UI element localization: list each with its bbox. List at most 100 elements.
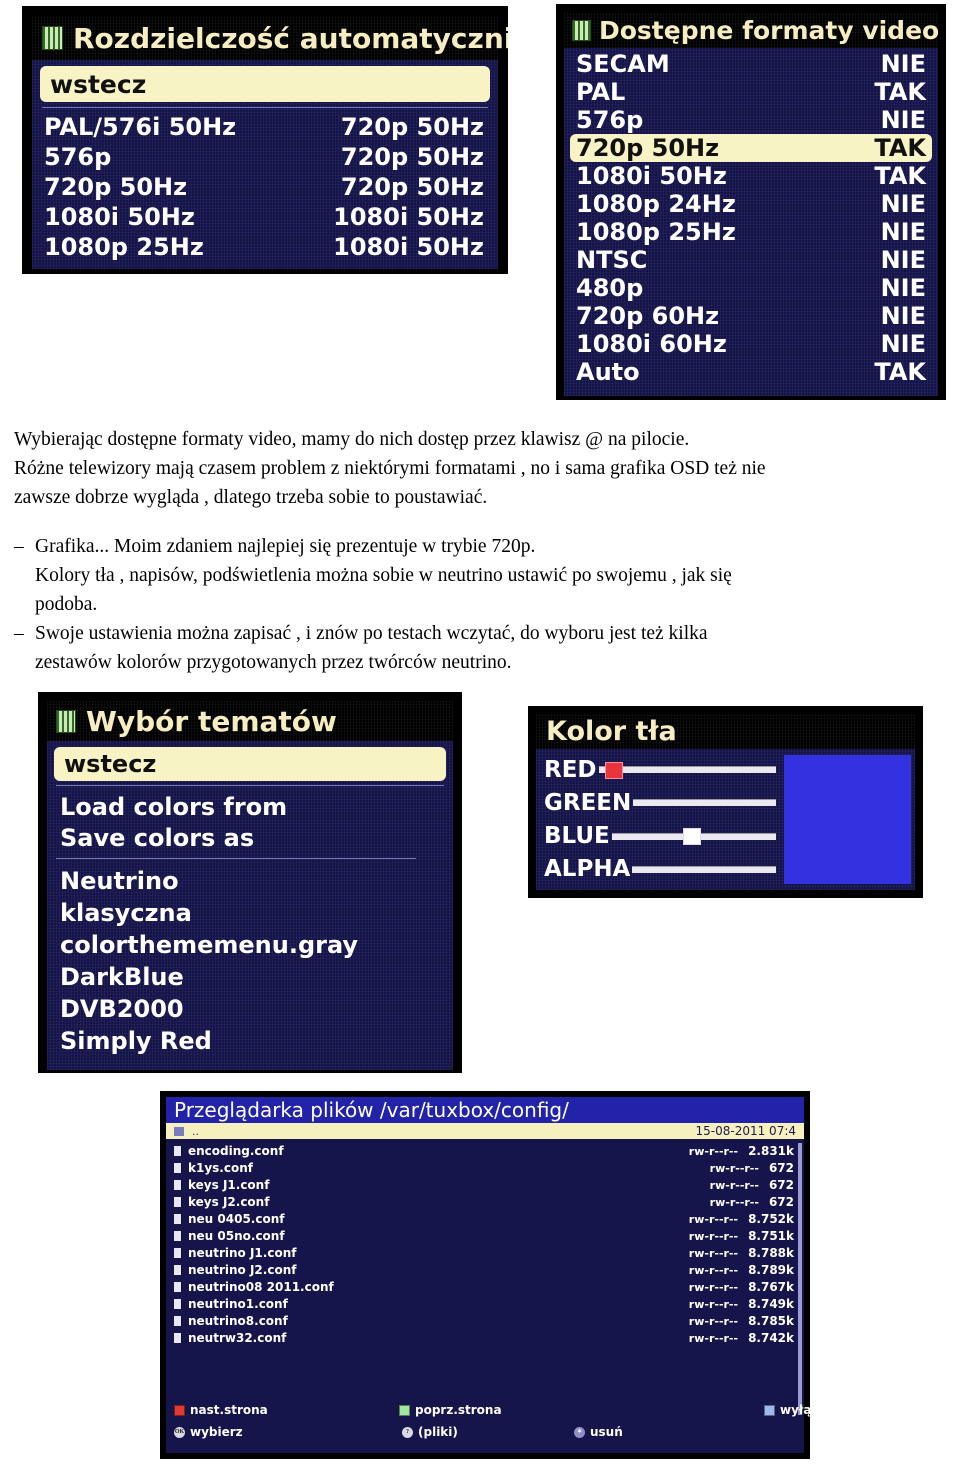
file-name: keys J1.conf	[188, 1177, 270, 1192]
format-row[interactable]: SECAM NIE	[570, 50, 932, 78]
file-permissions: rw-r--r--	[709, 1195, 759, 1209]
file-meta-cell: rw-r--r-- 672	[710, 1178, 794, 1192]
theme-action-item[interactable]: Load colors from	[54, 791, 446, 822]
resolution-row-right: 720p 50Hz	[340, 173, 484, 201]
theme-action-label: Load colors from	[60, 792, 288, 821]
format-row[interactable]: NTSC NIE	[570, 246, 932, 274]
bgcolor-preview-swatch	[784, 755, 911, 884]
theme-list-item[interactable]: Simply Red	[54, 1025, 446, 1057]
color-slider-track-wrap[interactable]	[633, 799, 776, 807]
file-row[interactable]: neu 05no.conf rw-r--r-- 8.751k	[174, 1227, 794, 1244]
footer-hint[interactable]: poprz.strona	[399, 1403, 502, 1417]
file-browser-scrollbar[interactable]	[798, 1143, 802, 1415]
color-slider-row[interactable]: GREEN	[544, 790, 776, 816]
footer-hint[interactable]: nast.strona	[174, 1403, 268, 1417]
article-text: Wybierając dostępne formaty video, mamy …	[14, 425, 946, 677]
resolution-row[interactable]: 576p 720p 50Hz	[40, 142, 490, 172]
file-browser-parent-label: ..	[192, 1124, 199, 1138]
color-slider-row[interactable]: RED	[544, 757, 776, 783]
resolution-row[interactable]: 720p 50Hz 720p 50Hz	[40, 172, 490, 202]
file-row[interactable]: neutrino J2.conf rw-r--r-- 8.789k	[174, 1261, 794, 1278]
formats-body: SECAM NIE PAL TAK 576p NIE 720p 50Hz TAK 1080i 5…	[564, 48, 938, 396]
file-browser-parent-row[interactable]: ..	[166, 1123, 804, 1139]
format-name: 1080i 60Hz	[576, 330, 727, 358]
file-name: neutrino1.conf	[188, 1296, 288, 1311]
resolution-row-right: 720p 50Hz	[340, 143, 484, 171]
footer-hint[interactable]: ? (pliki)	[402, 1425, 458, 1439]
format-row-selected[interactable]: 720p 50Hz TAK	[570, 134, 932, 162]
resolution-row-right: 720p 50Hz	[340, 113, 484, 141]
format-row[interactable]: PAL TAK	[570, 78, 932, 106]
bullet-line: podoba.	[35, 594, 98, 615]
color-slider-label: ALPHA	[544, 856, 631, 883]
file-name: encoding.conf	[188, 1143, 284, 1158]
paragraph-line: zawsze dobrze wygląda , dlatego trzeba s…	[14, 487, 488, 508]
color-slider-track-wrap[interactable]	[598, 761, 776, 779]
ok-key-icon: OK	[174, 1426, 185, 1438]
file-row[interactable]: neutrino08 2011.conf rw-r--r-- 8.767k	[174, 1278, 794, 1295]
bullet-line: zestawów kolorów przygotowanych przez tw…	[35, 652, 512, 673]
resolution-body: wstecz PAL/576i 50Hz 720p 50Hz 576p 720p 50…	[32, 60, 498, 269]
format-row[interactable]: Auto TAK	[570, 358, 932, 386]
file-meta-cell: rw-r--r-- 8.788k	[689, 1246, 794, 1260]
themes-back-item[interactable]: wstecz	[54, 747, 446, 781]
theme-list-item[interactable]: DVB2000	[54, 993, 446, 1025]
format-row[interactable]: 1080i 60Hz NIE	[570, 330, 932, 358]
format-row[interactable]: 1080p 25Hz NIE	[570, 218, 932, 246]
file-permissions: rw-r--r--	[688, 1229, 739, 1243]
themes-actions: Load colors from Save colors as	[54, 791, 446, 853]
format-row[interactable]: 480p NIE	[570, 274, 932, 302]
blue-key-icon	[764, 1404, 775, 1416]
file-permissions: rw-r--r--	[688, 1246, 739, 1260]
footer-hint[interactable]: OK wybierz	[174, 1425, 243, 1439]
format-name: 1080p 25Hz	[576, 218, 736, 246]
resolution-row[interactable]: PAL/576i 50Hz 720p 50Hz	[40, 112, 490, 142]
color-slider-knob[interactable]	[682, 828, 701, 846]
format-row[interactable]: 720p 60Hz NIE	[570, 302, 932, 330]
resolution-row[interactable]: 1080i 50Hz 1080i 50Hz	[40, 202, 490, 232]
file-row[interactable]: keys J1.conf rw-r--r-- 672	[174, 1176, 794, 1193]
color-slider-track-wrap[interactable]	[611, 828, 776, 846]
file-row[interactable]: neutrw32.conf rw-r--r-- 8.742k	[174, 1329, 794, 1346]
file-row[interactable]: k1ys.conf rw-r--r-- 672	[174, 1159, 794, 1176]
footer-hint[interactable]: ✶ usuń	[574, 1425, 623, 1439]
color-slider-knob[interactable]	[604, 761, 623, 779]
file-size: 8.751k	[748, 1228, 794, 1243]
green-key-icon	[399, 1404, 410, 1416]
format-name: 1080i 50Hz	[576, 162, 727, 190]
theme-list-item[interactable]: Neutrino	[54, 865, 446, 897]
file-row[interactable]: keys J2.conf rw-r--r-- 672	[174, 1193, 794, 1210]
file-row[interactable]: neutrino J1.conf rw-r--r-- 8.788k	[174, 1244, 794, 1261]
file-row[interactable]: neutrino1.conf rw-r--r-- 8.749k	[174, 1295, 794, 1312]
file-permissions: rw-r--r--	[688, 1314, 739, 1328]
file-row[interactable]: neu 0405.conf rw-r--r-- 8.752k	[174, 1210, 794, 1227]
theme-action-item[interactable]: Save colors as	[54, 822, 446, 853]
resolution-back-label: wstecz	[50, 69, 147, 99]
theme-list-item[interactable]: DarkBlue	[54, 961, 446, 993]
file-meta-cell: rw-r--r-- 8.767k	[689, 1280, 794, 1294]
file-icon	[174, 1315, 181, 1326]
format-row[interactable]: 1080i 50Hz TAK	[570, 162, 932, 190]
file-name: neutrino8.conf	[188, 1313, 288, 1328]
color-slider-track-wrap[interactable]	[632, 865, 776, 873]
file-row[interactable]: neutrino8.conf rw-r--r-- 8.785k	[174, 1312, 794, 1329]
file-row[interactable]: encoding.conf rw-r--r-- 2.831k	[174, 1142, 794, 1159]
file-icon	[174, 1264, 181, 1275]
file-meta-cell: rw-r--r-- 672	[710, 1161, 794, 1175]
footer-hint[interactable]: wyłącz filtr	[764, 1403, 810, 1417]
resolution-back-item[interactable]: wstecz	[40, 66, 490, 102]
file-meta-cell: rw-r--r-- 8.785k	[689, 1314, 794, 1328]
format-row[interactable]: 1080p 24Hz NIE	[570, 190, 932, 218]
file-name-cell: neu 0405.conf	[174, 1212, 284, 1226]
color-slider-row[interactable]: BLUE	[544, 823, 776, 849]
bullet-2-marker	[14, 561, 26, 619]
file-name: neutrw32.conf	[188, 1330, 287, 1345]
resolution-row[interactable]: 1080p 25Hz 1080i 50Hz	[40, 232, 490, 262]
theme-list-item[interactable]: colorthememenu.gray	[54, 929, 446, 961]
format-name: SECAM	[576, 50, 670, 78]
format-row[interactable]: 576p NIE	[570, 106, 932, 134]
file-icon	[174, 1196, 181, 1207]
file-name-cell: neutrino08 2011.conf	[174, 1280, 334, 1294]
color-slider-row[interactable]: ALPHA	[544, 856, 776, 882]
theme-list-item[interactable]: klasyczna	[54, 897, 446, 929]
